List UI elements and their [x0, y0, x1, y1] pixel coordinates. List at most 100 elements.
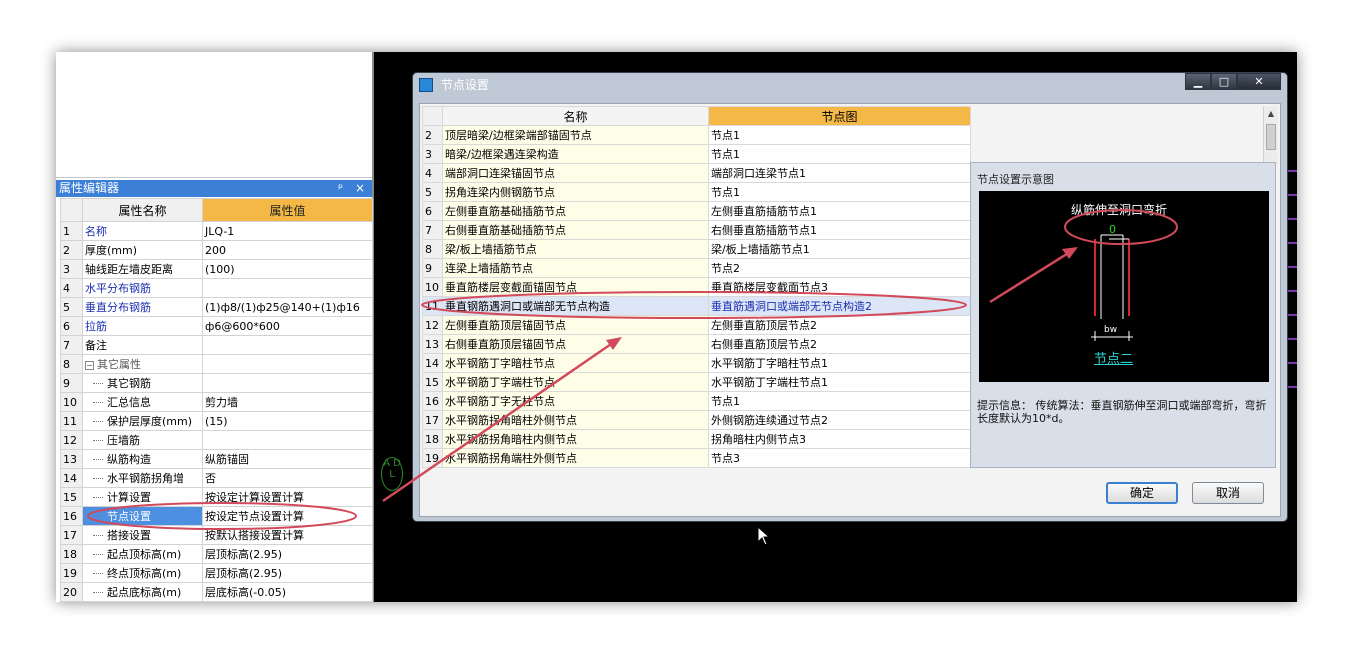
node-row[interactable]: 15 水平钢筋丁字端柱节点 水平钢筋丁字端柱节点1	[422, 372, 971, 392]
property-row[interactable]: 18 起点顶标高(m) 层顶标高(2.95)	[60, 544, 373, 564]
property-name[interactable]: 计算设置	[82, 487, 203, 507]
property-value[interactable]: 按默认搭接设置计算	[202, 525, 373, 545]
node-row[interactable]: 8 梁/板上墙插筋节点 梁/板上墙插筋节点1	[422, 239, 971, 259]
property-name[interactable]: 终点顶标高(m)	[82, 563, 203, 583]
node-figure-value[interactable]: 垂直筋遇洞口或端部无节点构造2	[708, 296, 971, 316]
property-row[interactable]: 14 水平钢筋拐角增 否	[60, 468, 373, 488]
node-name[interactable]: 水平钢筋拐角端柱外侧节点	[442, 448, 709, 468]
node-row[interactable]: 13 右侧垂直筋顶层锚固节点 右侧垂直筋顶层节点2	[422, 334, 971, 354]
node-figure-value[interactable]: 左侧垂直筋插筋节点1	[708, 201, 971, 221]
property-value[interactable]: 200	[202, 240, 373, 260]
property-value[interactable]: (1)ф8/(1)ф25@140+(1)ф16	[202, 297, 373, 317]
property-name[interactable]: 搭接设置	[82, 525, 203, 545]
property-value-header[interactable]: 属性值	[202, 198, 373, 222]
node-row[interactable]: 17 水平钢筋拐角暗柱外侧节点 外侧钢筋连续通过节点2	[422, 410, 971, 430]
node-figure-value[interactable]: 外侧钢筋连续通过节点2	[708, 410, 971, 430]
property-name[interactable]: − 其它属性	[82, 354, 203, 374]
node-name-header[interactable]: 名称	[442, 106, 709, 126]
property-row[interactable]: 5 垂直分布钢筋 (1)ф8/(1)ф25@140+(1)ф16	[60, 297, 373, 317]
node-figure-value[interactable]: 节点3	[708, 448, 971, 468]
property-value[interactable]: JLQ-1	[202, 221, 373, 241]
node-figure-header[interactable]: 节点图	[708, 106, 971, 126]
property-name[interactable]: 节点设置	[82, 506, 203, 526]
property-value[interactable]: 层顶标高(2.95)	[202, 563, 373, 583]
property-name[interactable]: 轴线距左墙皮距离	[82, 259, 203, 279]
node-figure-value[interactable]: 端部洞口连梁节点1	[708, 163, 971, 183]
property-row[interactable]: 3 轴线距左墙皮距离 (100)	[60, 259, 373, 279]
property-row[interactable]: 4 水平分布钢筋	[60, 278, 373, 298]
property-row[interactable]: 10 汇总信息 剪力墙	[60, 392, 373, 412]
property-row[interactable]: 12 压墙筋	[60, 430, 373, 450]
property-name[interactable]: 水平钢筋拐角增	[82, 468, 203, 488]
node-name[interactable]: 连梁上墙插筋节点	[442, 258, 709, 278]
table-scrollbar[interactable]: ▲	[1263, 106, 1278, 166]
node-figure-value[interactable]: 梁/板上墙插筋节点1	[708, 239, 971, 259]
node-row[interactable]: 6 左侧垂直筋基础插筋节点 左侧垂直筋插筋节点1	[422, 201, 971, 221]
property-value[interactable]: 层底标高(-0.05)	[202, 582, 373, 602]
property-row[interactable]: 6 拉筋 ф6@600*600	[60, 316, 373, 336]
node-name[interactable]: 右侧垂直筋顶层锚固节点	[442, 334, 709, 354]
node-row[interactable]: 10 垂直筋楼层变截面锚固节点 垂直筋楼层变截面节点3	[422, 277, 971, 297]
property-name[interactable]: 汇总信息	[82, 392, 203, 412]
node-name[interactable]: 水平钢筋丁字暗柱节点	[442, 353, 709, 373]
property-name[interactable]: 起点底标高(m)	[82, 582, 203, 602]
property-name[interactable]: 其它钢筋	[82, 373, 203, 393]
scroll-up-icon[interactable]: ▲	[1264, 106, 1278, 121]
node-name[interactable]: 垂直筋楼层变截面锚固节点	[442, 277, 709, 297]
dialog-titlebar[interactable]: 节点设置	[419, 76, 489, 94]
node-figure-value[interactable]: 垂直筋楼层变截面节点3	[708, 277, 971, 297]
property-row[interactable]: 1 名称 JLQ-1	[60, 221, 373, 241]
collapse-icon[interactable]: −	[85, 361, 94, 370]
property-row[interactable]: 17 搭接设置 按默认搭接设置计算	[60, 525, 373, 545]
property-value[interactable]	[202, 430, 373, 450]
property-value[interactable]	[202, 373, 373, 393]
node-name[interactable]: 左侧垂直筋顶层锚固节点	[442, 315, 709, 335]
node-name[interactable]: 梁/板上墙插筋节点	[442, 239, 709, 259]
property-row[interactable]: 9 其它钢筋	[60, 373, 373, 393]
property-row[interactable]: 16 节点设置 按设定节点设置计算	[60, 506, 373, 526]
node-name[interactable]: 水平钢筋丁字端柱节点	[442, 372, 709, 392]
close-button[interactable]: ✕	[1237, 73, 1281, 90]
property-value[interactable]	[202, 278, 373, 298]
property-row[interactable]: 2 厚度(mm) 200	[60, 240, 373, 260]
node-figure-value[interactable]: 拐角暗柱内侧节点3	[708, 429, 971, 449]
node-row[interactable]: 19 水平钢筋拐角端柱外侧节点 节点3	[422, 448, 971, 468]
node-row[interactable]: 14 水平钢筋丁字暗柱节点 水平钢筋丁字暗柱节点1	[422, 353, 971, 373]
node-figure-value[interactable]: 右侧垂直筋插筋节点1	[708, 220, 971, 240]
node-row[interactable]: 2 顶层暗梁/边框梁端部锚固节点 节点1	[422, 125, 971, 145]
property-value[interactable]: 否	[202, 468, 373, 488]
pin-close-icon[interactable]: ᵖ ×	[338, 180, 369, 197]
node-row[interactable]: 9 连梁上墙插筋节点 节点2	[422, 258, 971, 278]
property-name[interactable]: 保护层厚度(mm)	[82, 411, 203, 431]
property-value[interactable]: 纵筋锚固	[202, 449, 373, 469]
node-figure-value[interactable]: 节点1	[708, 182, 971, 202]
property-value[interactable]	[202, 335, 373, 355]
ok-button[interactable]: 确定	[1106, 482, 1178, 504]
property-row[interactable]: 8− 其它属性	[60, 354, 373, 374]
property-value[interactable]	[202, 354, 373, 374]
property-name[interactable]: 压墙筋	[82, 430, 203, 450]
property-row[interactable]: 13 纵筋构造 纵筋锚固	[60, 449, 373, 469]
node-row[interactable]: 4 端部洞口连梁锚固节点 端部洞口连梁节点1	[422, 163, 971, 183]
node-figure-value[interactable]: 水平钢筋丁字暗柱节点1	[708, 353, 971, 373]
node-figure-value[interactable]: 节点1	[708, 144, 971, 164]
minimize-button[interactable]: ▁	[1185, 73, 1211, 90]
node-name[interactable]: 水平钢筋拐角暗柱内侧节点	[442, 429, 709, 449]
property-name[interactable]: 垂直分布钢筋	[82, 297, 203, 317]
property-name[interactable]: 拉筋	[82, 316, 203, 336]
node-name[interactable]: 暗梁/边框梁遇连梁构造	[442, 144, 709, 164]
node-name[interactable]: 端部洞口连梁锚固节点	[442, 163, 709, 183]
scroll-thumb[interactable]	[1266, 124, 1276, 150]
property-row[interactable]: 19 终点顶标高(m) 层顶标高(2.95)	[60, 563, 373, 583]
node-name[interactable]: 顶层暗梁/边框梁端部锚固节点	[442, 125, 709, 145]
node-figure-value[interactable]: 水平钢筋丁字端柱节点1	[708, 372, 971, 392]
property-name[interactable]: 厚度(mm)	[82, 240, 203, 260]
cancel-button[interactable]: 取消	[1192, 482, 1264, 504]
property-value[interactable]: (100)	[202, 259, 373, 279]
property-name[interactable]: 名称	[82, 221, 203, 241]
node-figure-value[interactable]: 节点1	[708, 125, 971, 145]
node-name[interactable]: 右侧垂直筋基础插筋节点	[442, 220, 709, 240]
node-name[interactable]: 垂直钢筋遇洞口或端部无节点构造	[442, 296, 709, 316]
property-name[interactable]: 备注	[82, 335, 203, 355]
property-name[interactable]: 起点顶标高(m)	[82, 544, 203, 564]
